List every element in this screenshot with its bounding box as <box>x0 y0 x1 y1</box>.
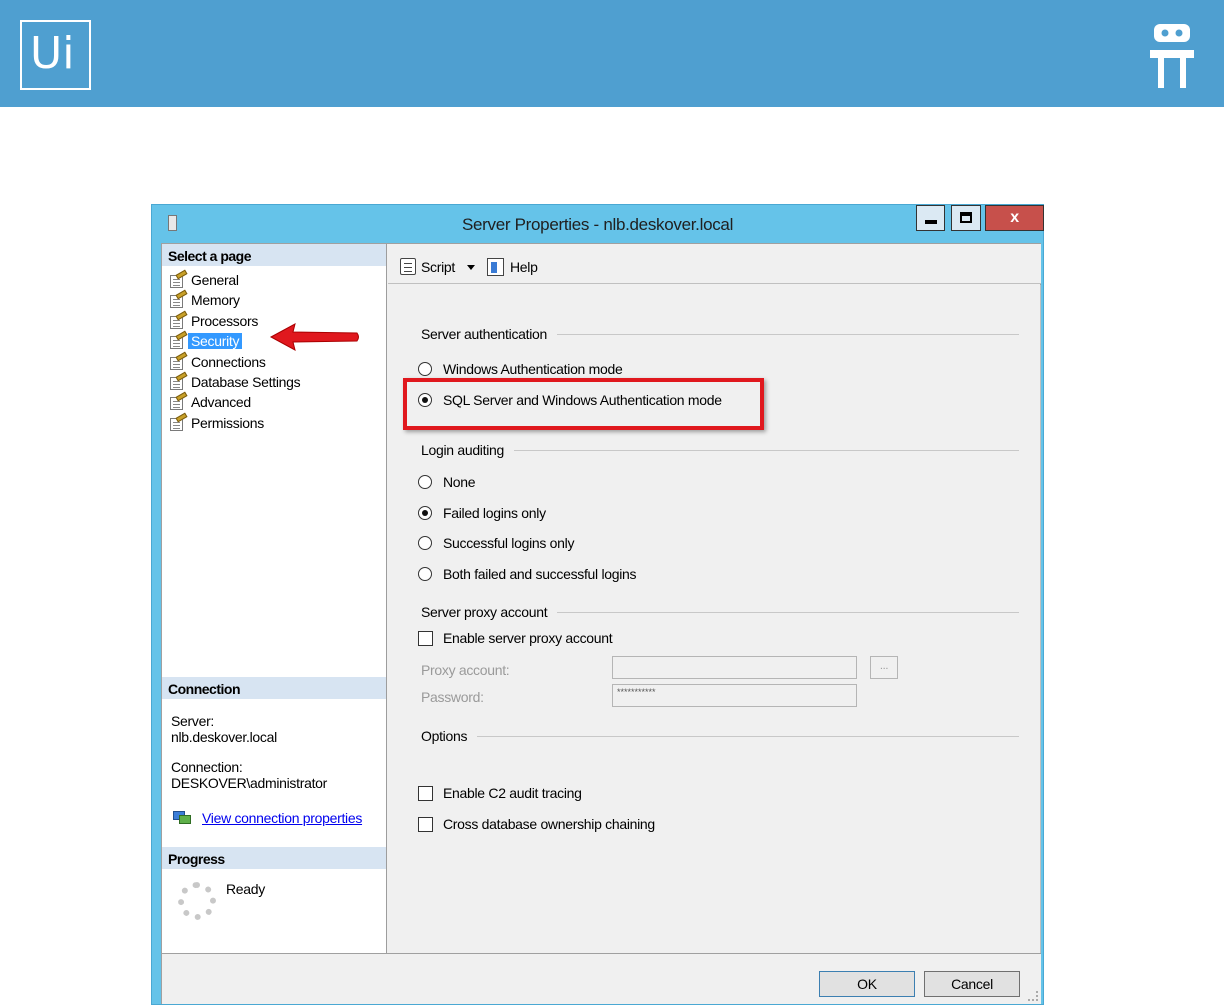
option-label: Enable server proxy account <box>443 630 613 646</box>
connection-value: DESKOVER\administrator <box>171 775 328 791</box>
password-label: Password: <box>421 689 484 705</box>
resize-grip-icon[interactable] <box>1028 991 1038 1001</box>
close-button[interactable]: x <box>985 205 1044 231</box>
password-field[interactable]: *********** <box>612 684 857 707</box>
sidebar-item-label: Advanced <box>191 393 251 410</box>
group-title: Options <box>421 728 468 744</box>
sidebar-item-security[interactable]: Security <box>168 330 243 350</box>
page-wrench-icon <box>168 310 188 329</box>
option-label: Cross database ownership chaining <box>443 816 655 832</box>
option-label: Windows Authentication mode <box>443 361 623 377</box>
page-wrench-icon <box>168 289 188 308</box>
proxy-account-label: Proxy account: <box>421 662 510 678</box>
radio-button[interactable] <box>418 362 432 376</box>
sidebar-item-connections[interactable]: Connections <box>168 351 266 371</box>
page-wrench-icon <box>168 330 188 349</box>
connection-header: Connection <box>162 677 386 699</box>
checkbox[interactable] <box>418 630 433 646</box>
browse-button[interactable]: ... <box>870 656 898 679</box>
option-label: Both failed and successful logins <box>443 566 637 582</box>
audit-successful-radio[interactable]: Successful logins only <box>418 535 574 551</box>
sidebar-item-memory[interactable]: Memory <box>168 289 240 309</box>
dialog-footer: OK Cancel <box>162 953 1041 1004</box>
sidebar-item-label: Processors <box>191 312 259 329</box>
help-label: Help <box>510 259 538 275</box>
radio-button[interactable] <box>418 475 432 489</box>
checkbox[interactable] <box>418 816 433 832</box>
sidebar-item-label: Permissions <box>191 414 264 431</box>
security-page: Server authentication Windows Authentica… <box>388 285 1041 953</box>
sidebar-item-label: General <box>191 271 239 288</box>
group-title: Server proxy account <box>421 604 548 620</box>
help-button[interactable]: Help <box>486 257 538 277</box>
network-icon <box>173 809 193 827</box>
uipath-logo: Ui <box>20 20 91 90</box>
sidebar-item-database-settings[interactable]: Database Settings <box>168 371 301 391</box>
login-auditing-group: Login auditing <box>421 442 1019 458</box>
server-value: nlb.deskover.local <box>171 729 277 745</box>
option-label: Successful logins only <box>443 535 575 551</box>
dropdown-arrow-icon[interactable] <box>467 264 475 270</box>
uipath-banner: Ui <box>0 0 1224 107</box>
view-connection-properties-row[interactable]: View connection properties <box>173 809 362 827</box>
page-wrench-icon <box>168 269 188 288</box>
enable-proxy-checkbox[interactable]: Enable server proxy account <box>418 630 613 646</box>
toolbar: Script Help <box>388 244 1041 284</box>
audit-failed-radio[interactable]: Failed logins only <box>418 505 546 521</box>
script-button[interactable]: Script <box>398 257 485 277</box>
c2-audit-checkbox[interactable]: Enable C2 audit tracing <box>418 785 582 801</box>
page-wrench-icon <box>168 391 188 410</box>
red-highlight-box <box>403 378 764 430</box>
dialog-client-area: Select a page General Memory Processors … <box>161 243 1041 1004</box>
red-arrow-annotation <box>269 323 359 351</box>
select-page-header: Select a page <box>162 244 386 266</box>
options-group: Options <box>421 728 1019 744</box>
sidebar-item-label: Security <box>188 332 243 349</box>
sidebar-item-permissions[interactable]: Permissions <box>168 412 264 432</box>
help-book-icon <box>486 257 506 277</box>
sidebar-item-processors[interactable]: Processors <box>168 310 259 330</box>
option-label: Enable C2 audit tracing <box>443 785 582 801</box>
title-bar[interactable]: Server Properties - nlb.deskover.local x <box>152 205 1044 242</box>
server-proxy-group: Server proxy account <box>421 604 1019 620</box>
audit-none-radio[interactable]: None <box>418 474 476 490</box>
checkbox[interactable] <box>418 785 433 801</box>
view-connection-properties-link[interactable]: View connection properties <box>202 810 362 826</box>
robot-icon <box>1150 24 1194 88</box>
radio-button[interactable] <box>418 536 432 550</box>
maximize-button[interactable] <box>951 205 981 231</box>
sidebar-item-label: Connections <box>191 353 266 370</box>
page-wrench-icon <box>168 351 188 370</box>
sidebar-item-advanced[interactable]: Advanced <box>168 391 251 411</box>
group-title: Server authentication <box>421 326 548 342</box>
option-label: None <box>443 474 476 490</box>
progress-header: Progress <box>162 847 386 869</box>
radio-button[interactable] <box>418 506 432 520</box>
sidebar-item-label: Database Settings <box>191 373 301 390</box>
server-label: Server: <box>171 713 215 729</box>
radio-button[interactable] <box>418 567 432 581</box>
page-wrench-icon <box>168 371 188 390</box>
progress-spinner-icon <box>178 882 216 920</box>
proxy-account-field[interactable] <box>612 656 857 679</box>
page-wrench-icon <box>168 412 188 431</box>
option-label: Failed logins only <box>443 505 546 521</box>
script-icon <box>398 257 418 277</box>
sidebar-item-general[interactable]: General <box>168 269 239 289</box>
server-authentication-group: Server authentication <box>421 326 1019 342</box>
cancel-button[interactable]: Cancel <box>924 971 1020 997</box>
minimize-icon <box>925 220 937 224</box>
cross-db-ownership-checkbox[interactable]: Cross database ownership chaining <box>418 816 655 832</box>
audit-both-radio[interactable]: Both failed and successful logins <box>418 566 637 582</box>
connection-label: Connection: <box>171 759 243 775</box>
progress-status: Ready <box>226 881 265 897</box>
windows-auth-radio[interactable]: Windows Authentication mode <box>418 361 623 377</box>
minimize-button[interactable] <box>916 205 945 231</box>
sidebar-item-label: Memory <box>191 291 240 308</box>
script-label: Script <box>421 259 455 275</box>
window-title: Server Properties - nlb.deskover.local <box>461 215 734 234</box>
group-title: Login auditing <box>421 442 504 458</box>
ok-button[interactable]: OK <box>819 971 915 997</box>
maximize-icon <box>960 212 972 223</box>
